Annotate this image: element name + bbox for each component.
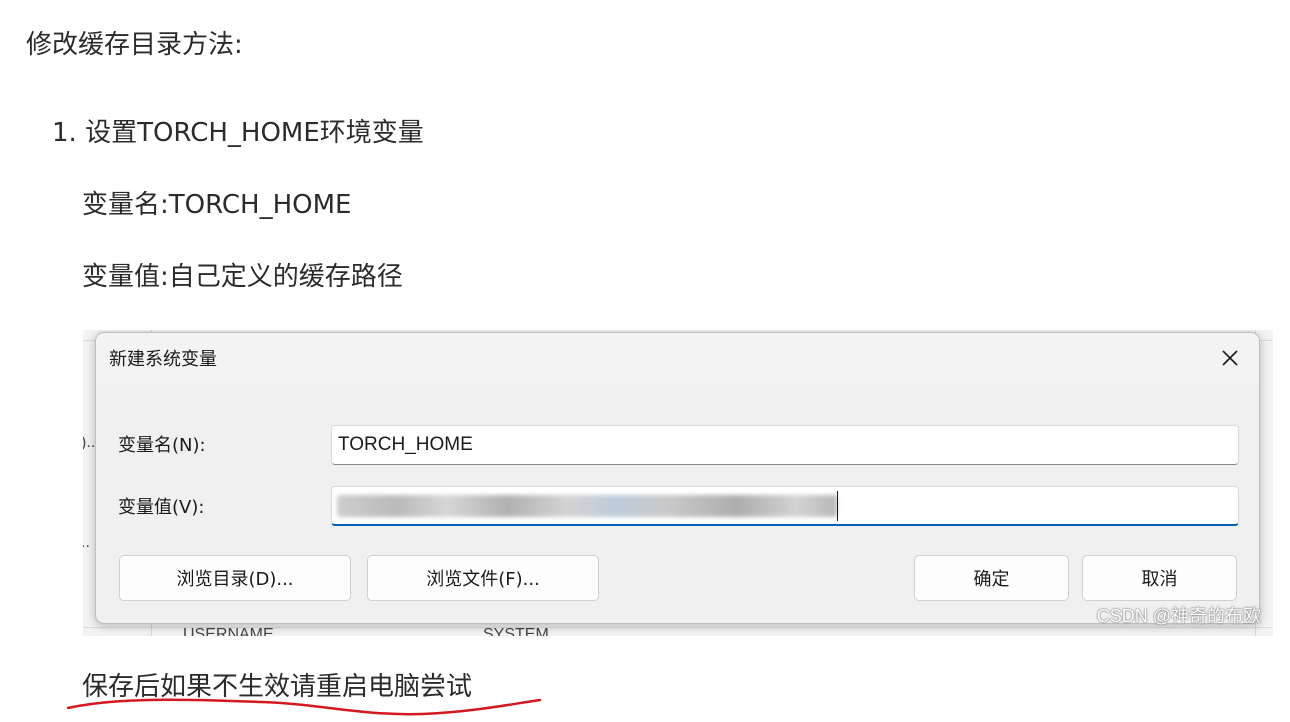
intro-text: 修改缓存目录方法: [26,30,243,60]
csdn-watermark: CSDN @神奇的布欧 [1096,606,1261,626]
browse-directory-button[interactable]: 浏览目录(D)... [119,555,351,601]
close-icon [1222,350,1238,366]
dialog-title: 新建系统变量 [109,349,217,370]
background-text-fragment: .. [83,534,90,551]
variable-value-label: 变量值(V): [118,497,205,518]
variable-value-text: 变量值:自己定义的缓存路径 [82,262,403,292]
blurred-path-value [337,495,837,517]
step-1-heading: 1. 设置TORCH_HOME环境变量 [52,118,424,148]
text-caret [837,491,838,521]
dialog-titlebar: 新建系统变量 [96,333,1259,383]
dialog-screenshot: ).. .. USERNAME SYSTEM 新建系统变量 变量名(N): 变量… [83,330,1273,636]
background-system-cell: SYSTEM [483,626,549,636]
cancel-button[interactable]: 取消 [1082,555,1237,601]
background-text-fragment: ).. [83,434,96,451]
ok-button[interactable]: 确定 [914,555,1069,601]
close-button[interactable] [1201,333,1259,383]
variable-name-input[interactable] [331,425,1239,465]
new-system-variable-dialog: 新建系统变量 变量名(N): 变量值(V): 浏览目录(D)... 浏览文件(F… [95,332,1260,624]
variable-name-text: 变量名:TORCH_HOME [82,190,352,220]
variable-name-label: 变量名(N): [118,435,206,456]
browse-file-button[interactable]: 浏览文件(F)... [367,555,599,601]
background-username-cell: USERNAME [183,626,274,636]
red-underline-scribble [66,698,542,716]
